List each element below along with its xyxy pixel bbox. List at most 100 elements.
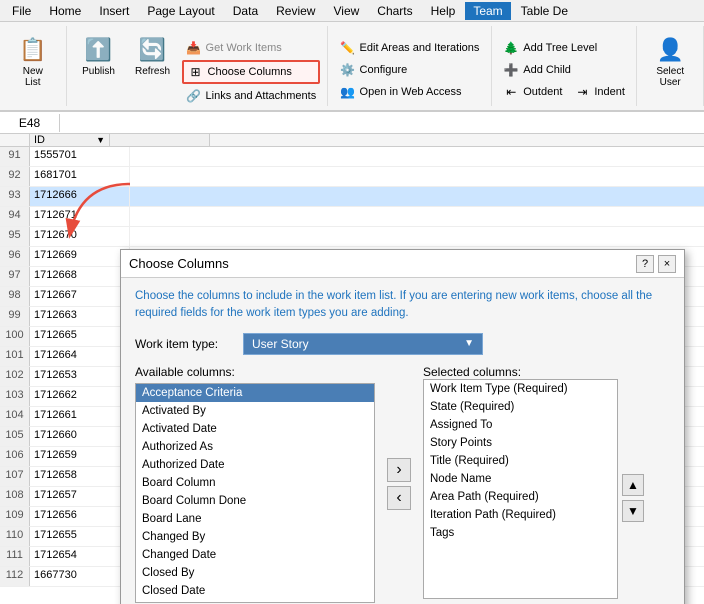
dialog-help-button[interactable]: ? — [636, 255, 654, 273]
list-item[interactable]: Assigned To — [424, 416, 617, 434]
list-item[interactable]: Iteration Path (Required) — [424, 506, 617, 524]
col-header-id[interactable]: ID ▼ — [30, 134, 110, 146]
menu-home[interactable]: Home — [41, 2, 89, 20]
column-transfer-buttons: › ‹ — [383, 365, 415, 603]
menu-team[interactable]: Team — [465, 2, 510, 20]
ribbon-group-new: 📋 New List — [0, 26, 67, 106]
list-item[interactable]: Node Name — [424, 470, 617, 488]
get-work-items-button[interactable]: 📥 Get Work Items — [182, 38, 321, 58]
links-and-attachments-button[interactable]: 🔗 Links and Attachments — [182, 86, 321, 106]
move-right-button[interactable]: › — [387, 458, 411, 482]
list-item[interactable]: State (Required) — [424, 398, 617, 416]
ribbon-group-configure: ✏️ Edit Areas and Iterations ⚙️ Configur… — [328, 26, 492, 106]
selected-columns-label: Selected columns: — [423, 365, 644, 379]
workitem-type-row: Work item type: User Story ▼ — [135, 333, 670, 355]
new-list-icon: 📋 — [17, 34, 49, 66]
get-work-items-icon: 📥 — [186, 40, 202, 56]
web-access-icon: 👥 — [340, 84, 356, 100]
formula-bar: E48 — [0, 112, 704, 134]
available-columns-label: Available columns: — [135, 365, 375, 379]
list-item[interactable]: Activated By — [136, 402, 374, 420]
choose-columns-icon: ⊞ — [188, 64, 204, 80]
add-child-button[interactable]: ➕ Add Child — [499, 60, 629, 80]
edit-areas-button[interactable]: ✏️ Edit Areas and Iterations — [336, 38, 484, 58]
list-item[interactable]: Board Column Done — [136, 492, 374, 510]
menu-file[interactable]: File — [4, 2, 39, 20]
publish-button[interactable]: ⬆️ Publish — [74, 30, 124, 81]
columns-area: Available columns: Acceptance Criteria A… — [135, 365, 670, 603]
add-child-icon: ➕ — [503, 62, 519, 78]
menu-charts[interactable]: Charts — [369, 2, 420, 20]
list-item[interactable]: Authorized As — [136, 438, 374, 456]
row-num-header — [0, 134, 30, 146]
available-columns-section: Available columns: Acceptance Criteria A… — [135, 365, 375, 603]
dialog-titlebar: Choose Columns ? × — [121, 250, 684, 278]
workitem-type-select[interactable]: User Story ▼ — [243, 333, 483, 355]
dialog-description: Choose the columns to include in the wor… — [135, 288, 670, 323]
choose-columns-button[interactable]: ⊞ Choose Columns — [182, 60, 321, 84]
menu-review[interactable]: Review — [268, 2, 323, 20]
menu-data[interactable]: Data — [225, 2, 266, 20]
list-item[interactable]: Board Column — [136, 474, 374, 492]
filter-arrow-icon[interactable]: ▼ — [96, 135, 105, 145]
selected-columns-list[interactable]: Work Item Type (Required) State (Require… — [423, 379, 618, 599]
open-web-access-button[interactable]: 👥 Open in Web Access — [336, 82, 484, 102]
publish-icon: ⬆️ — [83, 34, 115, 66]
configure-icon: ⚙️ — [340, 62, 356, 78]
links-icon: 🔗 — [186, 88, 202, 104]
list-item[interactable]: Area Path (Required) — [424, 488, 617, 506]
menu-page-layout[interactable]: Page Layout — [139, 2, 222, 20]
table-row: 94 1712671 — [0, 207, 704, 227]
refresh-button[interactable]: 🔄 Refresh — [128, 30, 178, 81]
refresh-icon: 🔄 — [137, 34, 169, 66]
column-reorder-buttons: ▲ ▼ — [622, 379, 644, 599]
list-item[interactable]: Comment Count — [136, 600, 374, 603]
list-item[interactable]: Changed By — [136, 528, 374, 546]
select-user-button[interactable]: 👤 Select User — [645, 30, 695, 92]
configure-button[interactable]: ⚙️ Configure — [336, 60, 484, 80]
list-item[interactable]: Title (Required) — [424, 452, 617, 470]
selected-columns-section: Selected columns: Work Item Type (Requir… — [423, 365, 644, 603]
table-row: 93 1712666 — [0, 187, 704, 207]
indent-icon: ⇥ — [574, 84, 590, 100]
list-item[interactable]: Authorized Date — [136, 456, 374, 474]
indent-button[interactable]: ⇥ Indent — [570, 82, 629, 102]
add-tree-level-button[interactable]: 🌲 Add Tree Level — [499, 38, 629, 58]
list-item[interactable]: Story Points — [424, 434, 617, 452]
move-down-button[interactable]: ▼ — [622, 500, 644, 522]
menu-view[interactable]: View — [325, 2, 367, 20]
choose-columns-dialog: Choose Columns ? × Choose the columns to… — [120, 249, 685, 604]
col-header-data[interactable] — [110, 134, 210, 146]
formula-input[interactable] — [60, 121, 704, 125]
table-row: 95 1712670 — [0, 227, 704, 247]
move-up-button[interactable]: ▲ — [622, 474, 644, 496]
name-box[interactable]: E48 — [0, 114, 60, 132]
table-row: 92 1681701 — [0, 167, 704, 187]
list-item[interactable]: Closed Date — [136, 582, 374, 600]
list-item[interactable]: Changed Date — [136, 546, 374, 564]
list-item[interactable]: Activated Date — [136, 420, 374, 438]
outdent-button[interactable]: ⇤ Outdent — [499, 82, 566, 102]
menu-bar: File Home Insert Page Layout Data Review… — [0, 0, 704, 22]
ribbon: 📋 New List ⬆️ Publish 🔄 Refresh 📥 — [0, 22, 704, 112]
dialog-title: Choose Columns — [129, 256, 229, 271]
available-columns-list[interactable]: Acceptance Criteria Activated By Activat… — [135, 383, 375, 603]
workitem-type-label: Work item type: — [135, 337, 235, 351]
list-item[interactable]: Board Lane — [136, 510, 374, 528]
select-arrow-icon: ▼ — [464, 338, 474, 349]
dialog-close-button[interactable]: × — [658, 255, 676, 273]
table-row: 91 1555701 — [0, 147, 704, 167]
menu-insert[interactable]: Insert — [91, 2, 137, 20]
column-headers: ID ▼ — [0, 134, 704, 147]
add-tree-icon: 🌲 — [503, 40, 519, 56]
new-list-button[interactable]: 📋 New List — [8, 30, 58, 92]
list-item[interactable]: Closed By — [136, 564, 374, 582]
menu-table-de[interactable]: Table De — [513, 2, 576, 20]
list-item[interactable]: Acceptance Criteria — [136, 384, 374, 402]
ribbon-group-publish: ⬆️ Publish 🔄 Refresh 📥 Get Work Items ⊞ … — [67, 26, 329, 106]
list-item[interactable]: Work Item Type (Required) — [424, 380, 617, 398]
ribbon-group-user: 👤 Select User — [637, 26, 704, 106]
list-item[interactable]: Tags — [424, 524, 617, 542]
menu-help[interactable]: Help — [423, 2, 464, 20]
move-left-button[interactable]: ‹ — [387, 486, 411, 510]
